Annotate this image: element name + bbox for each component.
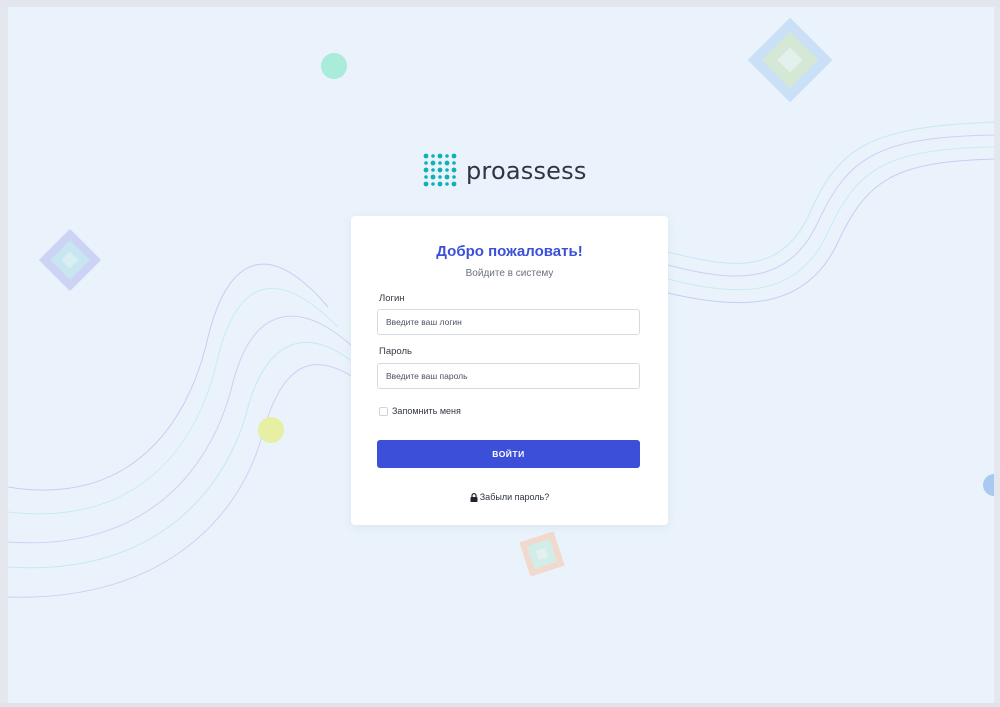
browser-frame: proassess Добро пожаловать! Войдите в си… [0,0,1000,707]
top-strip [0,0,1000,7]
login-page: proassess Добро пожаловать! Войдите в си… [8,7,994,703]
forgot-password-link[interactable]: Забыли пароль? [351,492,668,502]
login-input[interactable] [377,309,640,335]
password-input[interactable] [377,363,640,389]
login-subtitle: Войдите в систему [465,268,554,279]
brand-logo: proassess [422,151,587,191]
remember-me[interactable]: Запомнить меня [379,406,461,416]
login-card: Добро пожаловать! Войдите в систему Логи… [351,216,668,525]
logo-dots-icon [423,153,457,187]
brand-name: proassess [466,157,587,185]
password-label: Пароль [379,346,412,357]
remember-label: Запомнить меня [392,406,461,416]
bottom-strip [0,703,1000,707]
login-label: Логин [379,293,405,304]
welcome-title: Добро пожаловать! [436,243,583,260]
forgot-password-label: Забыли пароль? [479,492,550,502]
login-button[interactable]: ВОЙТИ [377,440,640,468]
remember-checkbox[interactable] [379,406,388,416]
lock-icon [470,492,478,502]
